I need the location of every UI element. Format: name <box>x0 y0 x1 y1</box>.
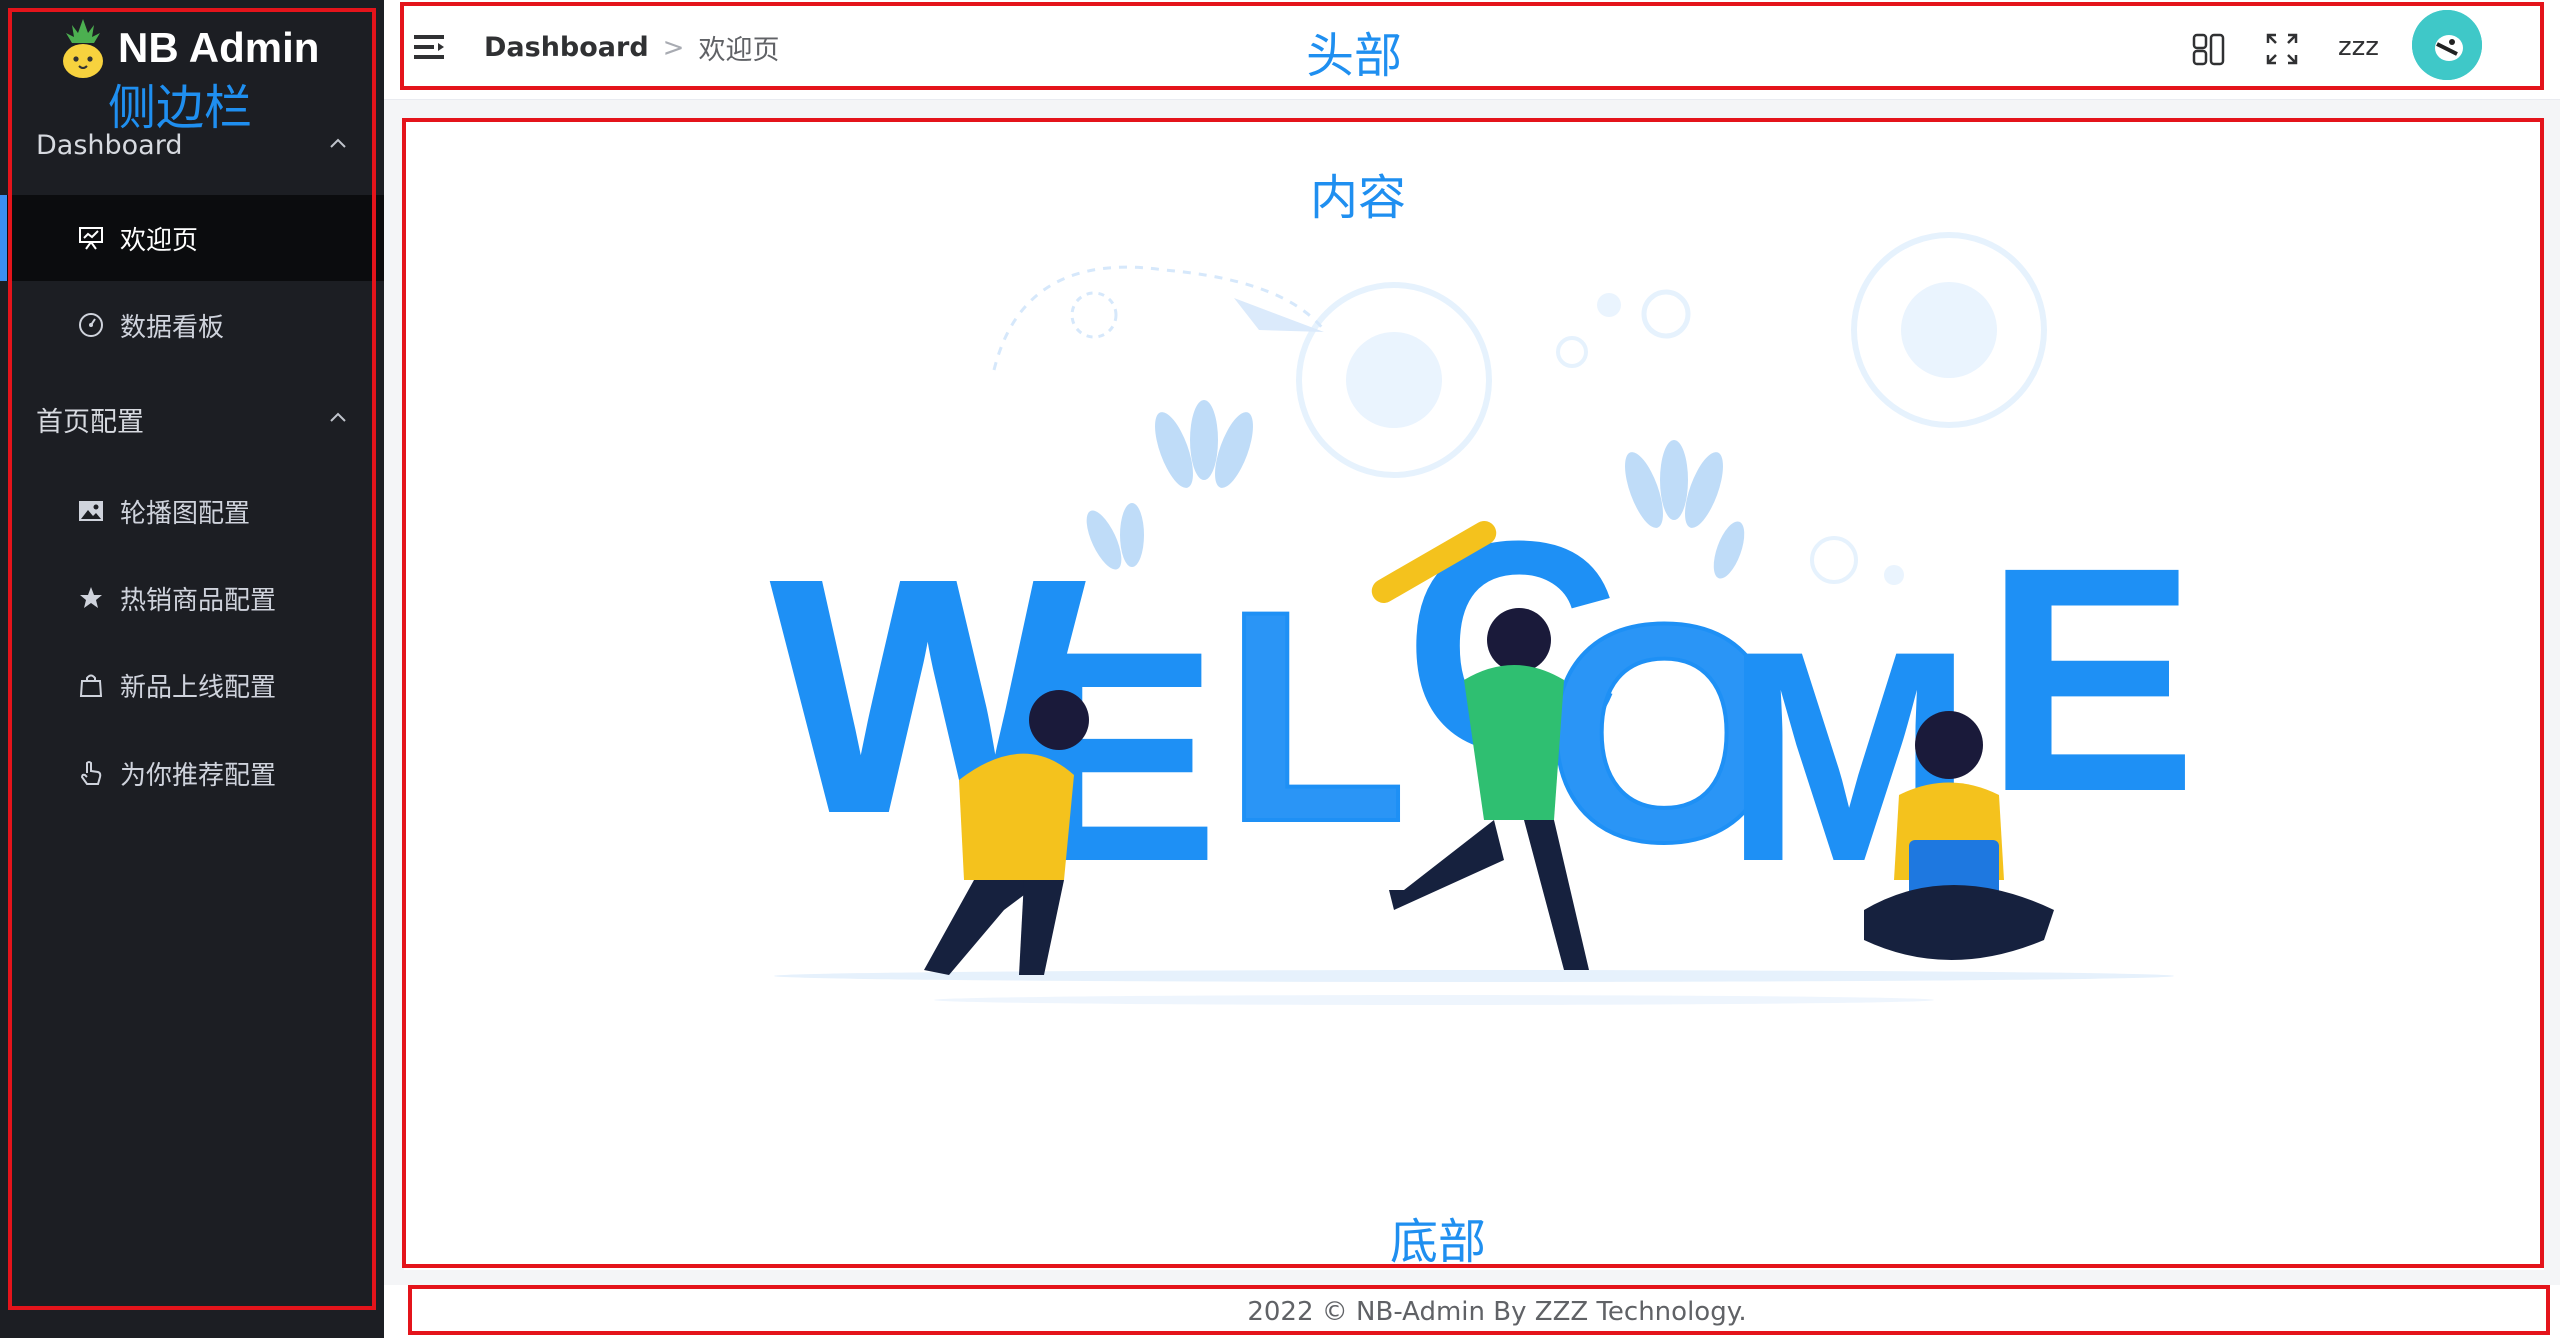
copyright-text: 2022 © NB-Admin By ZZZ Technology. <box>1247 1296 1747 1327</box>
star-icon <box>76 583 106 613</box>
chevron-up-icon <box>330 412 346 422</box>
annotation-label-content: 内容 <box>1310 170 1407 226</box>
menu-item-label: 新品上线配置 <box>120 672 277 703</box>
annotation-label-header: 头部 <box>1306 28 1403 84</box>
presentation-chart-icon <box>76 223 106 253</box>
breadcrumb: Dashboard > 欢迎页 <box>484 28 779 67</box>
menu-item-label: 数据看板 <box>120 312 225 343</box>
menu-toggle-icon[interactable] <box>414 34 444 60</box>
menu-item-carousel-config[interactable]: 轮播图配置 <box>0 468 384 554</box>
menu-item-new-products-config[interactable]: 新品上线配置 <box>0 642 384 728</box>
footer: 2022 © NB-Admin By ZZZ Technology. <box>384 1285 2560 1338</box>
picture-icon <box>76 496 106 526</box>
breadcrumb-separator: > <box>662 32 685 63</box>
menu-item-label: 热销商品配置 <box>120 585 277 616</box>
menu-item-label: 为你推荐配置 <box>120 760 277 791</box>
menu-item-hot-products-config[interactable]: 热销商品配置 <box>0 555 384 641</box>
fullscreen-icon[interactable] <box>2265 32 2299 66</box>
menu-item-label: 轮播图配置 <box>120 498 251 529</box>
menu-item-recommend-config[interactable]: 为你推荐配置 <box>0 730 384 816</box>
layout-grid-icon[interactable] <box>2192 32 2226 66</box>
dashboard-gauge-icon <box>76 310 106 340</box>
top-header: Dashboard > 欢迎页 <box>384 0 2560 100</box>
menu-item-welcome[interactable]: 欢迎页 <box>0 195 384 281</box>
menu-item-label: 欢迎页 <box>120 225 199 256</box>
username-label[interactable]: zzz <box>2338 32 2379 62</box>
user-avatar[interactable] <box>2412 10 2482 80</box>
breadcrumb-current: 欢迎页 <box>698 35 780 66</box>
shopping-bag-icon <box>76 670 106 700</box>
annotation-label-sidebar: 侧边栏 <box>108 80 253 136</box>
chevron-up-icon <box>330 138 346 148</box>
content-card: W E L C O M E <box>404 120 2544 1270</box>
pineapple-logo-icon <box>63 19 103 78</box>
welcome-illustration: W E L C O M E <box>770 232 2197 1005</box>
breadcrumb-root[interactable]: Dashboard <box>484 32 649 63</box>
app-title: NB Admin <box>118 24 320 71</box>
welcome-letter-e2: E <box>1984 500 2197 858</box>
menu-group-label: 首页配置 <box>36 406 144 438</box>
sidebar: NB Admin Dashboard 欢迎页 数据看板 首页配置 轮播图配置 热… <box>0 0 384 1338</box>
annotation-label-footer: 底部 <box>1390 1214 1487 1270</box>
pointing-hand-icon <box>76 758 106 788</box>
menu-group-home-config[interactable]: 首页配置 <box>0 376 384 462</box>
menu-item-data-board[interactable]: 数据看板 <box>0 282 384 368</box>
avatar-astronaut-icon <box>2412 10 2482 80</box>
